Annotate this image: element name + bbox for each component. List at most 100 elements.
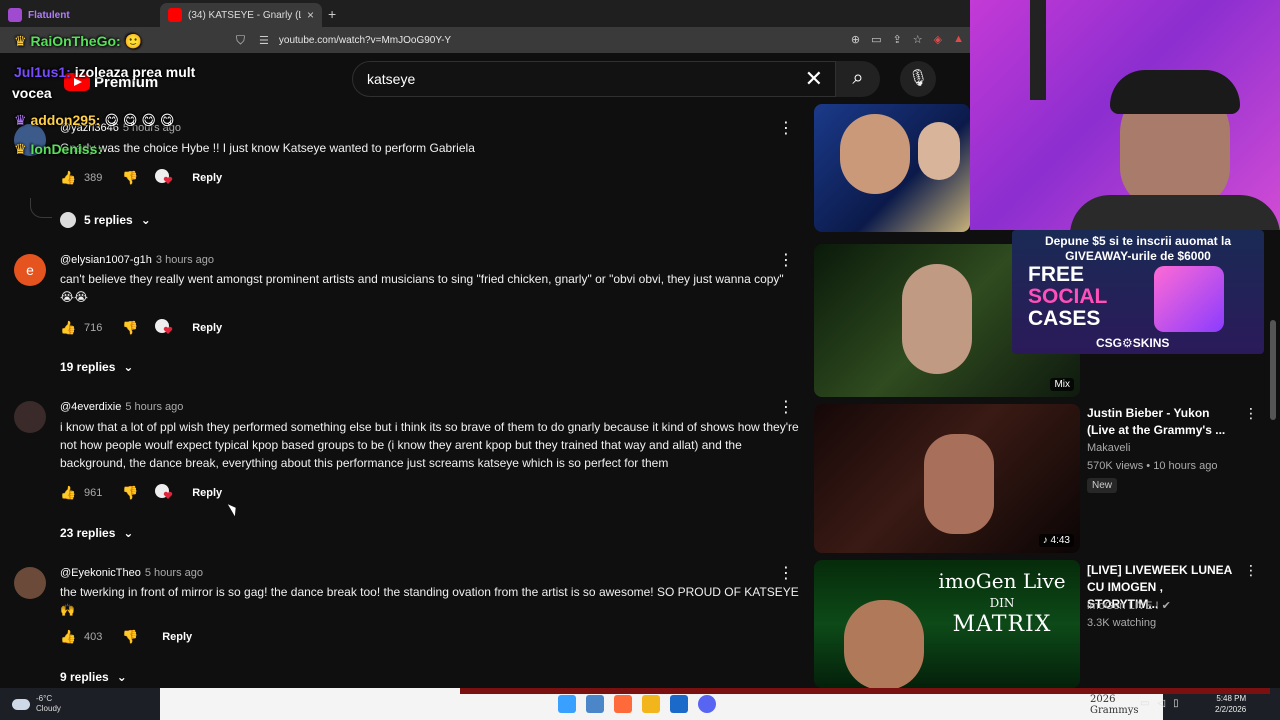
weather-condition: Cloudy bbox=[36, 704, 61, 713]
creator-heart-icon bbox=[154, 483, 174, 503]
view-replies-button[interactable]: 19 replies ⌄ bbox=[60, 360, 133, 374]
rec-channel[interactable]: imoGen LIVE ! ✔ bbox=[1087, 599, 1171, 612]
like-count: 716 bbox=[84, 322, 103, 334]
cast-icon[interactable]: ▭ bbox=[871, 33, 881, 46]
thumbnail-face bbox=[918, 122, 960, 180]
weather-widget[interactable]: -6°C Cloudy bbox=[12, 694, 61, 714]
sponsor-ad: Depune $5 si te inscrii auomat la GIVEAW… bbox=[1012, 230, 1264, 354]
more-options-icon[interactable]: ⋮ bbox=[778, 563, 794, 583]
more-options-icon[interactable]: ⋮ bbox=[778, 250, 794, 270]
like-icon[interactable]: 👍 bbox=[60, 629, 76, 645]
url-field[interactable]: youtube.com/watch?v=MmJOoG90Y-Y bbox=[279, 35, 451, 46]
rec-title[interactable]: Justin Bieber - Yukon (Live at the Gramm… bbox=[1087, 405, 1237, 439]
more-options-icon[interactable]: ⋮ bbox=[778, 397, 794, 417]
like-icon[interactable]: 👍 bbox=[60, 485, 76, 501]
ad-headline: FREE SOCIAL CASES bbox=[1028, 264, 1107, 330]
file-explorer-icon[interactable] bbox=[642, 695, 660, 713]
search-box[interactable]: katseye ✕ bbox=[352, 61, 836, 97]
bookmark-icon[interactable]: ⛉ bbox=[236, 33, 245, 48]
cloud-icon bbox=[12, 698, 30, 710]
chat-text: izoleaza prea mult bbox=[74, 64, 196, 80]
tab-inactive[interactable]: Flatulent bbox=[0, 3, 160, 27]
tab-active[interactable]: (34) KATSEYE - Gnarly (Live fr × bbox=[160, 3, 322, 27]
rec-meta: 3.3K watching bbox=[1087, 617, 1157, 629]
like-count: 961 bbox=[84, 487, 103, 499]
gift-box-icon bbox=[1154, 266, 1224, 332]
streamer-body bbox=[1070, 195, 1280, 230]
star-icon[interactable]: ☆ bbox=[913, 33, 923, 46]
comment-header: @elysian1007-g1h 3 hours ago bbox=[60, 254, 214, 266]
brave-browser-icon[interactable] bbox=[614, 695, 632, 713]
rec-thumbnail-live[interactable]: imoGen Live DIN MATRIX bbox=[814, 560, 1080, 688]
view-replies-button[interactable]: 5 replies ⌄ bbox=[60, 212, 151, 228]
new-tab-button[interactable]: + bbox=[328, 6, 336, 22]
close-tab-icon[interactable]: × bbox=[307, 8, 314, 22]
dislike-icon[interactable]: 👎 bbox=[122, 485, 138, 501]
rec-thumbnail[interactable]: ♪ 4:43 bbox=[814, 404, 1080, 553]
comment-author[interactable]: @elysian1007-g1h bbox=[60, 254, 152, 266]
ad-social: SOCIAL bbox=[1028, 285, 1108, 308]
dislike-icon[interactable]: 👎 bbox=[122, 170, 138, 186]
steam-icon[interactable] bbox=[670, 695, 688, 713]
zoom-icon[interactable]: ⊕ bbox=[851, 33, 860, 46]
comment-time[interactable]: 3 hours ago bbox=[156, 254, 214, 266]
task-view-icon[interactable] bbox=[586, 695, 604, 713]
clear-search-icon[interactable]: ✕ bbox=[805, 66, 823, 92]
chat-username: Jul1us1: bbox=[14, 64, 71, 80]
alert-icon[interactable]: ▲ bbox=[953, 33, 964, 46]
youtube-favicon-icon bbox=[168, 8, 182, 22]
view-replies-button[interactable]: 9 replies ⌄ bbox=[60, 670, 127, 684]
comment-author[interactable]: @4everdixie bbox=[60, 401, 121, 413]
ad-free: FREE bbox=[1028, 263, 1085, 286]
comment-author[interactable]: @EyekonicTheo bbox=[60, 567, 141, 579]
dislike-icon[interactable]: 👎 bbox=[122, 320, 138, 336]
dislike-icon[interactable]: 👎 bbox=[122, 629, 138, 645]
more-options-icon[interactable]: ⋮ bbox=[778, 118, 794, 138]
system-tray: ▭ ◁ ▯ bbox=[1140, 698, 1179, 709]
replies-avatar-icon bbox=[60, 212, 76, 228]
extension-icon[interactable]: ◈ bbox=[934, 33, 942, 46]
thumbnail-text: imoGen Live bbox=[938, 569, 1066, 593]
address-bar-actions: ⊕ ▭ ⇪ ☆ ◈ ▲ bbox=[851, 33, 964, 46]
comment-time[interactable]: 5 hours ago bbox=[145, 567, 203, 579]
discord-icon[interactable] bbox=[698, 695, 716, 713]
avatar[interactable]: e bbox=[14, 254, 46, 286]
reply-button[interactable]: Reply bbox=[192, 322, 222, 334]
scrollbar[interactable] bbox=[1270, 320, 1276, 420]
more-options-icon[interactable]: ⋮ bbox=[1244, 562, 1258, 579]
reply-button[interactable]: Reply bbox=[192, 487, 222, 499]
rec-meta: 570K views • 10 hours ago bbox=[1087, 460, 1218, 472]
chat-text: 🙂 bbox=[124, 33, 143, 49]
comment-header: @4everdixie 5 hours ago bbox=[60, 401, 183, 413]
volume-icon[interactable]: ◁ bbox=[1157, 698, 1165, 709]
taskbar-apps bbox=[558, 695, 716, 713]
like-icon[interactable]: 👍 bbox=[60, 170, 76, 186]
chat-username: IonDeniss: bbox=[30, 141, 103, 157]
site-info-icon[interactable]: ☰ bbox=[259, 34, 269, 47]
chat-badge-icon: ♛ bbox=[14, 141, 27, 157]
avatar[interactable] bbox=[14, 401, 46, 433]
rec-channel[interactable]: Makaveli bbox=[1087, 442, 1130, 454]
clock-time: 5:48 PM bbox=[1216, 694, 1247, 703]
battery-icon[interactable]: ▯ bbox=[1173, 698, 1179, 709]
reply-button[interactable]: Reply bbox=[192, 172, 222, 184]
comment-thread: @EyekonicTheo 5 hours ago ⋮ the twerking … bbox=[0, 565, 810, 688]
temperature: -6°C bbox=[36, 694, 53, 703]
rec-thumbnail[interactable] bbox=[814, 104, 970, 232]
comment-time[interactable]: 5 hours ago bbox=[125, 401, 183, 413]
windows-start-icon[interactable] bbox=[558, 695, 576, 713]
voice-search-button[interactable]: 🎙 bbox=[900, 61, 936, 97]
chat-message: ♛ RaiOnTheGo: 🙂 bbox=[14, 33, 142, 50]
reply-button[interactable]: Reply bbox=[162, 631, 192, 643]
search-button[interactable]: ⌕ bbox=[836, 61, 880, 97]
avatar[interactable] bbox=[14, 567, 46, 599]
network-icon[interactable]: ▭ bbox=[1140, 698, 1149, 709]
more-options-icon[interactable]: ⋮ bbox=[1244, 405, 1258, 422]
share-icon[interactable]: ⇪ bbox=[893, 33, 902, 46]
search-input[interactable]: katseye bbox=[367, 71, 415, 87]
mic-arm bbox=[1030, 0, 1046, 100]
chat-username: addon295: bbox=[30, 112, 101, 128]
like-icon[interactable]: 👍 bbox=[60, 320, 76, 336]
clock[interactable]: 5:48 PM 2/2/2026 bbox=[1215, 693, 1246, 715]
view-replies-button[interactable]: 23 replies ⌄ bbox=[60, 526, 133, 540]
